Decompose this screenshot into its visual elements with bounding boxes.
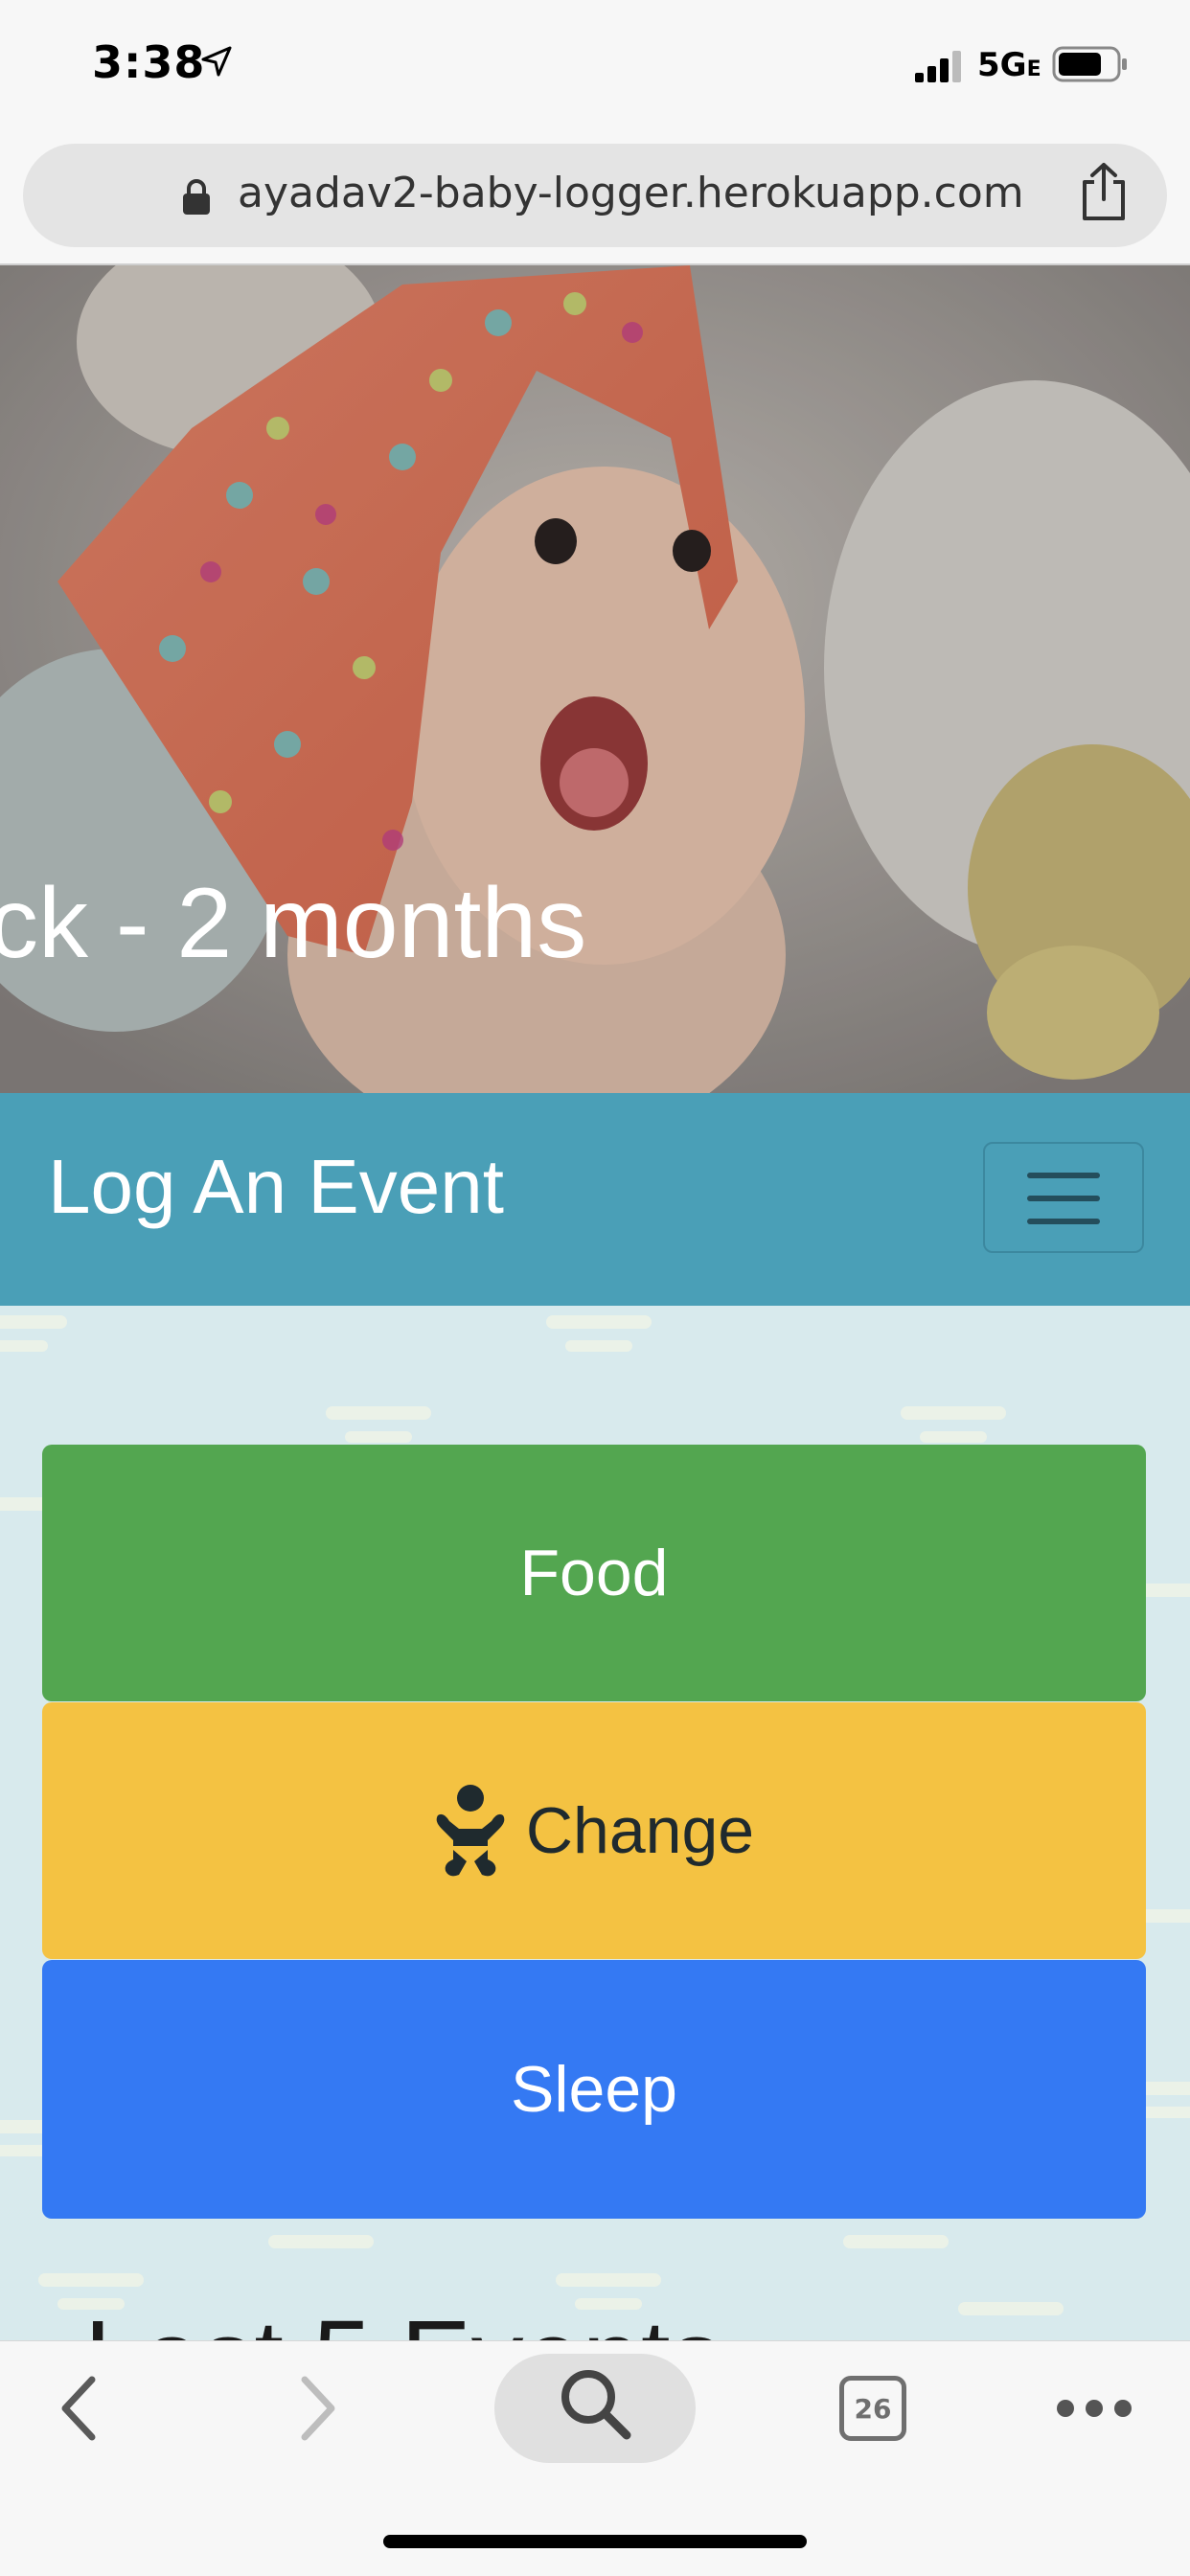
hamburger-icon (1027, 1196, 1100, 1201)
forward-icon[interactable] (297, 2374, 339, 2443)
hamburger-menu-button[interactable] (983, 1142, 1144, 1253)
share-icon[interactable] (1077, 161, 1131, 222)
baby-icon (436, 1785, 505, 1877)
hamburger-icon (1027, 1173, 1100, 1178)
sleep-button[interactable]: Sleep (42, 1960, 1146, 2219)
hamburger-icon (1027, 1219, 1100, 1224)
back-icon[interactable] (57, 2374, 100, 2443)
change-button-label: Change (525, 1794, 755, 1867)
navbar-brand[interactable]: Log An Event (48, 1143, 504, 1231)
tabs-icon[interactable]: 26 (839, 2376, 906, 2441)
battery-icon (1052, 46, 1127, 82)
sleep-button-label: Sleep (511, 2053, 677, 2126)
search-icon (561, 2370, 631, 2440)
location-arrow-icon (201, 46, 232, 77)
lock-icon (183, 179, 210, 215)
home-indicator (383, 2535, 807, 2548)
food-button[interactable]: Food (42, 1445, 1146, 1701)
more-icon[interactable] (1054, 2397, 1134, 2420)
change-button[interactable]: Change (42, 1702, 1146, 1959)
food-button-label: Food (519, 1537, 669, 1609)
status-bar: 3:38 5GE (0, 0, 1190, 134)
network-type: 5GE (977, 46, 1041, 84)
signal-icon (915, 51, 961, 82)
status-time: 3:38 (92, 36, 206, 88)
hero-title: ck - 2 months (0, 868, 587, 979)
url-text[interactable]: ayadav2-baby-logger.herokuapp.com (238, 169, 1024, 217)
